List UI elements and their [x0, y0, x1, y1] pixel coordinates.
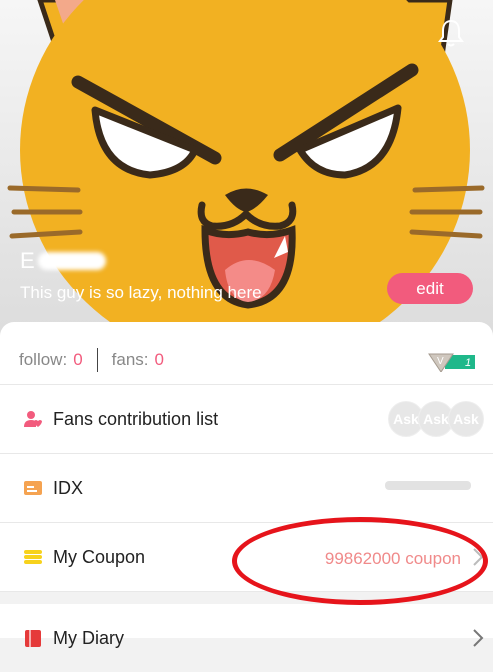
contributor-avatars: Ask Ask Ask	[388, 401, 484, 437]
fans-contribution-row[interactable]: Fans contribution list Ask Ask Ask	[0, 385, 493, 454]
edit-profile-button[interactable]: edit	[387, 273, 473, 304]
diary-label: My Diary	[53, 627, 124, 648]
username-redaction	[38, 252, 106, 270]
vip-diamond-icon[interactable]: 1 V	[427, 350, 475, 372]
fans-count: 0	[154, 350, 164, 369]
highlight-ellipse	[232, 517, 488, 605]
username-text: E	[20, 248, 35, 273]
bio-text: This guy is so lazy, nothing here	[20, 283, 262, 302]
vip-level: 1	[465, 357, 471, 369]
coupon-label: My Coupon	[53, 546, 146, 567]
id-card-icon	[24, 481, 42, 495]
fans-contribution-label: Fans contribution list	[53, 408, 219, 429]
contributor-avatar: Ask	[448, 401, 484, 437]
fans-label: fans:	[111, 350, 149, 369]
diary-icon	[25, 630, 41, 647]
idx-label: IDX	[53, 477, 84, 498]
user-heart-icon	[24, 411, 42, 427]
vip-letter: V	[437, 356, 444, 367]
follow-label: follow:	[19, 350, 68, 369]
follow-count: 0	[73, 350, 83, 369]
bell-icon	[438, 19, 464, 47]
stat-divider	[96, 348, 98, 372]
diary-row[interactable]: My Diary	[0, 604, 493, 672]
chevron-right-icon	[473, 629, 484, 647]
follow-stat[interactable]: follow: 0	[19, 350, 83, 370]
idx-row[interactable]: IDX	[0, 454, 493, 523]
username: E	[20, 248, 140, 274]
profile-header: E This guy is so lazy, nothing here edit	[0, 0, 493, 340]
idx-value-redacted	[385, 481, 471, 490]
coupon-icon	[24, 550, 42, 564]
follow-stats-row: follow: 0 fans: 0 1 V	[0, 336, 493, 385]
notification-bell-button[interactable]	[437, 18, 465, 48]
fans-stat[interactable]: fans: 0	[112, 350, 164, 370]
